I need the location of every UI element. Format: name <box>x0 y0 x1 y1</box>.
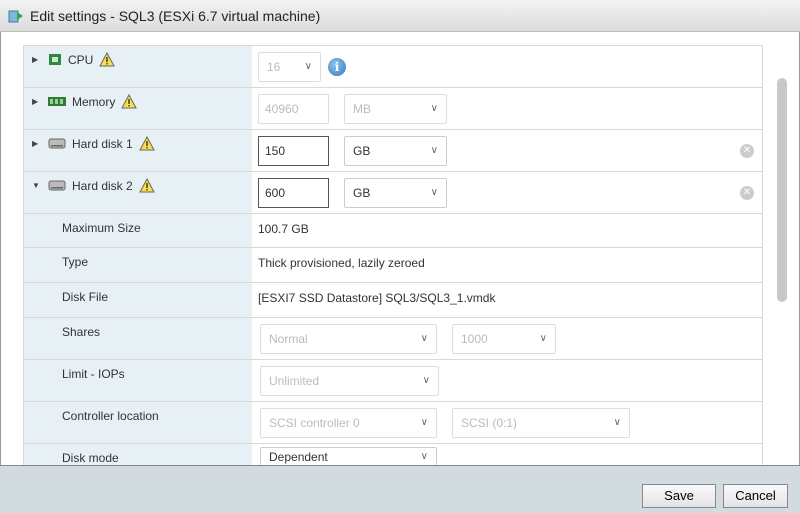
maximum-size-label: Maximum Size <box>62 221 141 235</box>
hard-disk-2-size-input[interactable]: 600 <box>258 178 329 208</box>
cpu-icon <box>49 54 61 65</box>
chevron-down-icon: ∨ <box>422 375 430 386</box>
expand-icon[interactable]: ▶ <box>32 52 42 68</box>
warning-icon <box>138 136 155 151</box>
row-hard-disk-1: ▶ Hard disk 1 150 GB ∨ ✕ <box>24 130 762 172</box>
remove-hard-disk-1-icon[interactable]: ✕ <box>740 144 754 158</box>
memory-unit-select[interactable]: MB ∨ <box>344 94 447 124</box>
row-cpu: ▶ CPU 16 ∨ i <box>24 46 762 88</box>
dialog-footer: Save Cancel <box>0 465 800 513</box>
cpu-select[interactable]: 16 ∨ <box>258 52 321 82</box>
type-value: Thick provisioned, lazily zeroed <box>258 256 425 270</box>
memory-label: Memory <box>72 95 116 109</box>
warning-icon <box>99 52 116 67</box>
info-icon[interactable]: i <box>328 58 346 76</box>
vm-edit-icon <box>8 10 23 22</box>
controller-select[interactable]: SCSI controller 0 ∨ <box>260 408 437 438</box>
shares-label: Shares <box>62 325 101 339</box>
row-limit-iops: Limit - IOPs Unlimited ∨ <box>24 360 762 402</box>
disk-mode-label: Disk mode <box>62 451 119 465</box>
row-disk-file: Disk File [ESXI7 SSD Datastore] SQL3/SQL… <box>24 283 762 318</box>
disk-mode-select[interactable]: Dependent ∨ <box>260 447 437 465</box>
warning-icon <box>121 94 138 109</box>
row-type: Type Thick provisioned, lazily zeroed <box>24 248 762 283</box>
row-hard-disk-2: ▼ Hard disk 2 600 GB ∨ ✕ <box>24 172 762 214</box>
chevron-down-icon: ∨ <box>430 103 438 114</box>
cancel-button[interactable]: Cancel <box>723 484 788 508</box>
remove-hard-disk-2-icon[interactable]: ✕ <box>740 186 754 200</box>
chevron-down-icon: ∨ <box>420 417 428 428</box>
maximum-size-value: 100.7 GB <box>258 222 309 236</box>
hard-disk-icon <box>48 138 66 149</box>
shares-value-select[interactable]: 1000 ∨ <box>452 324 556 354</box>
warning-icon <box>138 178 155 193</box>
shares-level-select[interactable]: Normal ∨ <box>260 324 437 354</box>
row-memory: ▶ Memory 40960 MB ∨ <box>24 88 762 130</box>
controller-location-label: Controller location <box>62 409 159 423</box>
row-controller-location: Controller location SCSI controller 0 ∨ S… <box>24 402 762 444</box>
row-shares: Shares Normal ∨ 1000 ∨ <box>24 318 762 360</box>
dialog-content: ▶ CPU 16 ∨ i ▶ Memory 40960 MB ∨ ▶ Hard di… <box>0 32 800 465</box>
chevron-down-icon: ∨ <box>613 417 621 428</box>
chevron-down-icon: ∨ <box>304 61 312 72</box>
hard-disk-2-label: Hard disk 2 <box>72 179 133 193</box>
cpu-label: CPU <box>68 53 94 67</box>
hard-disk-1-label: Hard disk 1 <box>72 137 133 151</box>
chevron-down-icon: ∨ <box>430 187 438 198</box>
chevron-down-icon: ∨ <box>420 451 428 462</box>
disk-file-value: [ESXI7 SSD Datastore] SQL3/SQL3_1.vmdk <box>258 291 496 305</box>
expand-icon[interactable]: ▶ <box>32 94 42 110</box>
type-label: Type <box>62 255 89 269</box>
controller-node-select[interactable]: SCSI (0:1) ∨ <box>452 408 630 438</box>
settings-table: ▶ CPU 16 ∨ i ▶ Memory 40960 MB ∨ ▶ Hard di… <box>23 45 763 465</box>
limit-iops-label: Limit - IOPs <box>62 367 125 381</box>
row-disk-mode: Disk mode Dependent ∨ <box>24 444 762 465</box>
limit-iops-select[interactable]: Unlimited ∨ <box>260 366 439 396</box>
memory-input[interactable]: 40960 <box>258 94 329 124</box>
scrollbar[interactable] <box>777 78 787 302</box>
hard-disk-2-unit-select[interactable]: GB ∨ <box>344 178 447 208</box>
hard-disk-1-unit-select[interactable]: GB ∨ <box>344 136 447 166</box>
chevron-down-icon: ∨ <box>420 333 428 344</box>
hard-disk-icon <box>48 180 66 191</box>
chevron-down-icon: ∨ <box>539 333 547 344</box>
expand-icon[interactable]: ▶ <box>32 136 42 152</box>
chevron-down-icon: ∨ <box>430 145 438 156</box>
title-bar: Edit settings - SQL3 (ESXi 6.7 virtual m… <box>0 0 800 32</box>
memory-icon <box>48 97 66 106</box>
save-button[interactable]: Save <box>642 484 716 508</box>
dialog-title: Edit settings - SQL3 (ESXi 6.7 virtual m… <box>30 7 321 24</box>
hard-disk-1-size-input[interactable]: 150 <box>258 136 329 166</box>
collapse-icon[interactable]: ▼ <box>32 178 42 194</box>
row-maximum-size: Maximum Size 100.7 GB <box>24 214 762 248</box>
disk-file-label: Disk File <box>62 290 109 304</box>
